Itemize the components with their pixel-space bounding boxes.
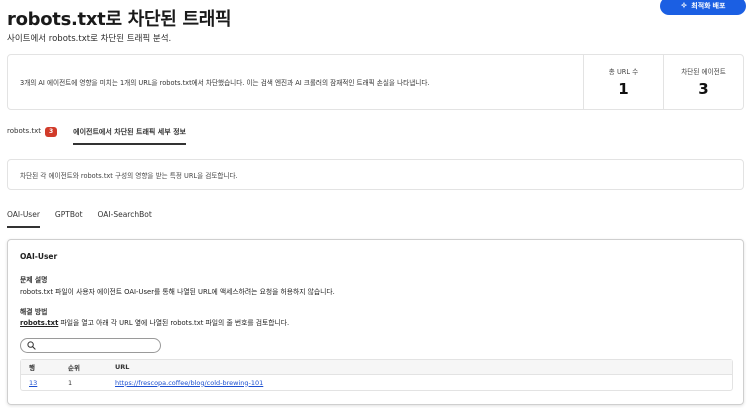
tab-label: 에이전트에서 차단된 트래픽 세부 정보: [73, 128, 186, 136]
fix-text-rest: 파일을 열고 아래 각 URL 옆에 나열된 robots.txt 파일의 줄 …: [58, 319, 290, 327]
agent-detail-panel: OAI-User 문제 설명 robots.txt 파일이 사용자 에이전트 O…: [7, 239, 744, 405]
column-header-rank[interactable]: 순위: [68, 362, 115, 372]
tab-oai-searchbot[interactable]: OAI-SearchBot: [98, 210, 152, 228]
problem-text: robots.txt 파일이 사용자 에이전트 OAI-User를 통해 나열된…: [20, 288, 335, 296]
page-subtitle: 사이트에서 robots.txt로 차단된 트래픽 분석.: [7, 34, 172, 44]
rank-cell: 1: [68, 378, 73, 387]
tab-gptbot[interactable]: GPTBot: [55, 210, 83, 228]
url-search: [20, 338, 161, 353]
stat-label: 총 URL 수: [608, 68, 639, 76]
url-table: 행 순위 URL 13 1 https://frescopa.coffee/bl…: [20, 359, 733, 391]
column-header-line[interactable]: 행: [21, 362, 68, 372]
problem-heading: 문제 설명: [20, 276, 48, 284]
summary-card: 3개의 AI 에이전트에 영향을 미치는 1개의 URL을 robots.txt…: [7, 54, 744, 110]
agent-tabs: OAI-User GPTBot OAI-SearchBot: [7, 210, 152, 228]
optimize-deploy-button[interactable]: ✧ 최적화 배포: [660, 0, 746, 15]
search-input[interactable]: [40, 341, 150, 350]
table-row: 13 1 https://frescopa.coffee/blog/cold-b…: [21, 375, 732, 390]
info-card: 차단된 각 에이전트와 robots.txt 구성의 영향을 받는 특정 URL…: [7, 159, 744, 190]
panel-title: OAI-User: [20, 252, 58, 261]
search-icon: [27, 341, 36, 350]
tab-label: robots.txt: [7, 127, 41, 135]
url-link[interactable]: https://frescopa.coffee/blog/cold-brewin…: [115, 379, 263, 387]
stat-value: 3: [698, 80, 709, 98]
tab-robots-txt[interactable]: robots.txt 3: [7, 127, 58, 145]
line-number-link[interactable]: 13: [29, 379, 37, 387]
stat-value: 1: [618, 80, 629, 98]
top-tabs: robots.txt 3 에이전트에서 차단된 트래픽 세부 정보: [7, 127, 186, 145]
optimize-deploy-label: 최적화 배포: [691, 3, 726, 10]
column-header-url[interactable]: URL: [115, 363, 732, 371]
fix-heading: 해결 방법: [20, 308, 48, 316]
count-badge: 3: [44, 127, 58, 137]
sparkle-icon: ✧: [680, 1, 688, 10]
fix-text: robots.txt 파일을 열고 아래 각 URL 옆에 나열된 robots…: [20, 317, 289, 327]
tab-agent-blocked-traffic[interactable]: 에이전트에서 차단된 트래픽 세부 정보: [73, 127, 186, 145]
stat-total-urls: 총 URL 수 1: [583, 55, 663, 109]
stat-blocked-agents: 차단된 에이전트 3: [663, 55, 743, 109]
tab-oai-user[interactable]: OAI-User: [7, 210, 40, 228]
table-header-row: 행 순위 URL: [21, 360, 732, 375]
robots-txt-link[interactable]: robots.txt: [20, 319, 58, 327]
page-title: robots.txt로 차단된 트래픽: [7, 9, 232, 30]
summary-text: 3개의 AI 에이전트에 영향을 미치는 1개의 URL을 robots.txt…: [20, 79, 430, 87]
stat-label: 차단된 에이전트: [681, 68, 726, 76]
